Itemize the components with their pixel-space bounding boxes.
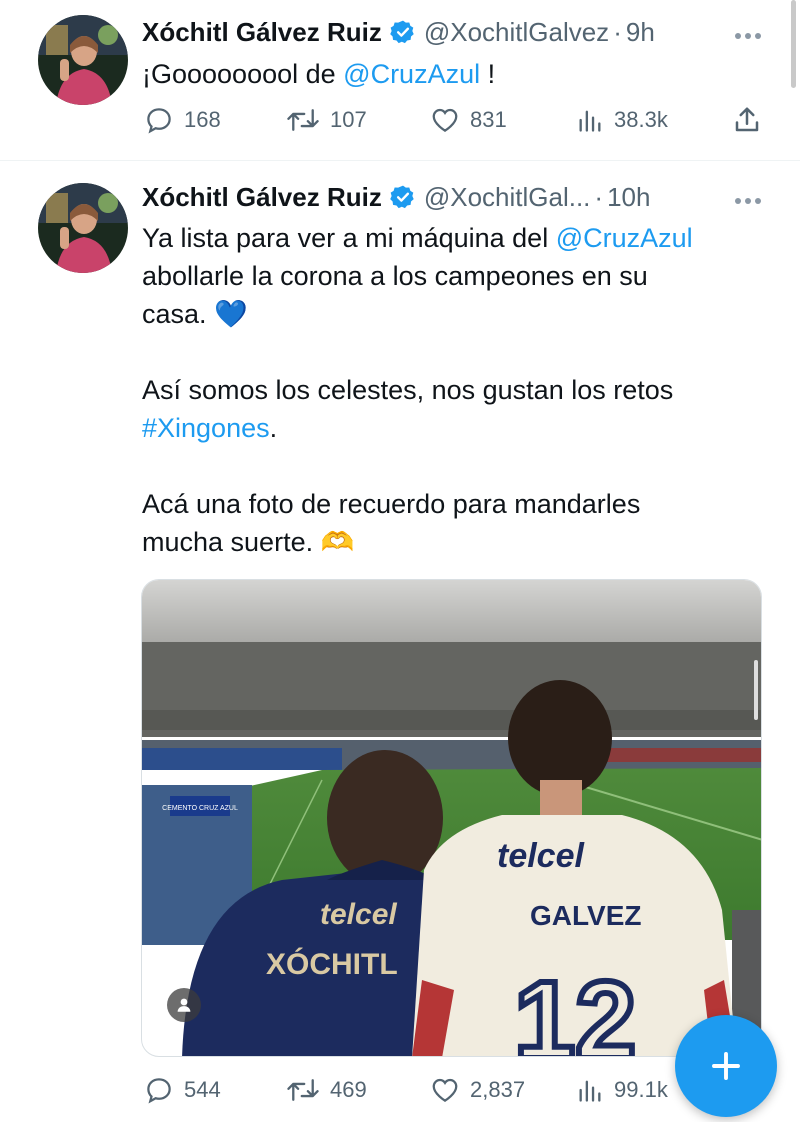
retweet-button[interactable]: 469	[286, 1070, 367, 1110]
timestamp[interactable]: 9h	[626, 17, 655, 48]
text-span: Ya lista para ver a mi máquina del	[142, 223, 556, 253]
heart-icon	[432, 1078, 458, 1102]
heart-icon	[432, 108, 458, 132]
retweet-count: 107	[330, 107, 367, 132]
views-count: 38.3k	[614, 107, 668, 132]
tweet-text-part: ¡Gooooooool de	[142, 59, 344, 89]
retweet-button[interactable]: 107	[286, 100, 367, 140]
text-line: casa. 💙	[142, 299, 248, 329]
retweet-count: 469	[330, 1077, 367, 1102]
jersey-left-brand: telcel	[320, 898, 397, 931]
more-icon[interactable]	[734, 16, 762, 47]
tweet-actions: 168 107 831 38.3k	[140, 100, 780, 140]
more-icon[interactable]	[734, 181, 762, 212]
like-count: 2,837	[470, 1077, 526, 1102]
tweet-text-part: !	[480, 59, 496, 89]
stadium-banner: CEMENTO CRUZ AZUL	[162, 805, 238, 812]
author-name[interactable]: Xóchitl Gálvez Ruiz	[142, 17, 382, 48]
views-button[interactable]: 38.3k	[576, 100, 668, 140]
avatar[interactable]	[38, 15, 128, 105]
reply-button[interactable]: 168	[144, 100, 221, 140]
jersey-right-number: 12	[514, 959, 636, 1057]
author-handle[interactable]: @XochitlGalvez	[424, 17, 609, 48]
text-line: Ya lista para ver a mi máquina del @Cruz…	[142, 219, 772, 257]
tweet-header: Xóchitl Gálvez Ruiz @XochitlGal... · 10h	[142, 177, 650, 217]
separator-dot: ·	[594, 181, 604, 212]
retweet-icon	[287, 1079, 319, 1101]
reply-icon	[147, 1078, 171, 1104]
like-button[interactable]: 831	[430, 100, 507, 140]
reply-count: 168	[184, 107, 221, 132]
author-handle[interactable]: @XochitlGal...	[424, 182, 591, 213]
jersey-left-name: XÓCHITL	[266, 947, 398, 981]
like-count: 831	[470, 107, 507, 132]
views-icon	[579, 1080, 601, 1102]
text-line: abollarle la corona a los campeones en s…	[142, 261, 648, 291]
retweet-icon	[287, 109, 319, 131]
tweet-text: ¡Gooooooool de @CruzAzul !	[142, 55, 772, 93]
avatar[interactable]	[38, 183, 128, 273]
author-name[interactable]: Xóchitl Gálvez Ruiz	[142, 182, 382, 213]
text-line: mucha suerte. 🫶	[142, 527, 355, 557]
mention-link[interactable]: @CruzAzul	[556, 223, 693, 253]
text-line: Así somos los celestes, nos gustan los r…	[142, 375, 674, 405]
text-line: #Xingones.	[142, 409, 772, 447]
text-line: Acá una foto de recuerdo para mandarles	[142, 489, 641, 519]
separator-dot: ·	[613, 16, 622, 47]
reply-button[interactable]: 544	[144, 1070, 221, 1110]
scrollbar[interactable]	[791, 0, 796, 88]
views-icon	[579, 110, 601, 132]
mention-link[interactable]: @CruzAzul	[343, 59, 480, 89]
reply-count: 544	[184, 1077, 221, 1102]
plus-icon	[712, 1052, 740, 1080]
hashtag-link[interactable]: #Xingones	[142, 413, 270, 443]
timestamp[interactable]: 10h	[607, 182, 650, 213]
like-button[interactable]: 2,837	[430, 1070, 525, 1110]
verified-badge-icon	[390, 184, 416, 210]
tweet-header: Xóchitl Gálvez Ruiz @XochitlGalvez · 9h	[142, 12, 655, 52]
views-button[interactable]: 99.1k	[576, 1070, 668, 1110]
jersey-right-brand: telcel	[497, 837, 585, 875]
share-icon[interactable]	[732, 100, 772, 140]
compose-button[interactable]	[675, 1015, 777, 1117]
reply-icon	[147, 108, 171, 134]
text-span: .	[269, 413, 278, 443]
tag-user-icon[interactable]	[167, 988, 201, 1022]
tweet-1[interactable]: Xóchitl Gálvez Ruiz @XochitlGalvez · 9h …	[0, 0, 800, 160]
views-count: 99.1k	[614, 1077, 668, 1102]
tweet-photo[interactable]: CEMENTO CRUZ AZUL telcel XÓCHITL telcel …	[141, 579, 762, 1057]
verified-badge-icon	[390, 19, 416, 45]
tweet-text: Ya lista para ver a mi máquina del @Cruz…	[142, 219, 772, 561]
jersey-right-name: GALVEZ	[530, 900, 641, 931]
